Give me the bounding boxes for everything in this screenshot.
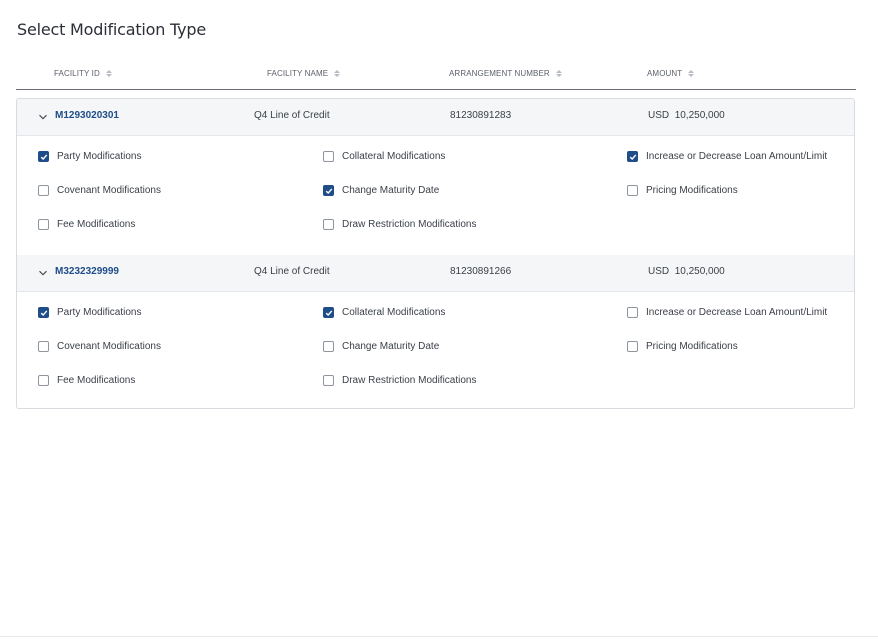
modification-option-label: Draw Restriction Modifications	[342, 375, 477, 386]
checkbox-checked[interactable]	[323, 307, 334, 318]
modification-option-label: Party Modifications	[57, 307, 142, 318]
modification-option-label: Draw Restriction Modifications	[342, 219, 477, 230]
arrangement-number: 81230891283	[450, 110, 512, 121]
checkbox-checked[interactable]	[627, 151, 638, 162]
checkbox-checked[interactable]	[323, 185, 334, 196]
checkbox-unchecked[interactable]	[38, 375, 49, 386]
modification-option-label: Party Modifications	[57, 151, 142, 162]
checkbox-unchecked[interactable]	[627, 307, 638, 318]
modification-option-label: Change Maturity Date	[342, 185, 440, 196]
modification-option[interactable]: Pricing Modifications	[627, 185, 738, 196]
modification-option-label: Increase or Decrease Loan Amount/Limit	[646, 151, 828, 162]
checkmark-icon	[325, 187, 332, 194]
table-header: FACILITY ID FACILITY NAME ARRANGEMENT NU…	[16, 62, 856, 90]
modification-option[interactable]: Covenant Modifications	[38, 341, 161, 352]
facility-group: M1293020301 Q4 Line of Credit 81230891283 U…	[17, 99, 854, 256]
modification-option[interactable]: Fee Modifications	[38, 375, 135, 386]
checkbox-unchecked[interactable]	[38, 219, 49, 230]
amount-value: 10,250,000	[674, 110, 725, 121]
modification-option[interactable]: Covenant Modifications	[38, 185, 161, 196]
modification-option[interactable]: Change Maturity Date	[323, 341, 439, 352]
modification-option[interactable]: Draw Restriction Modifications	[323, 375, 477, 386]
modification-option[interactable]: Party Modifications	[38, 151, 141, 162]
amount-currency: USD	[648, 266, 670, 277]
modification-option-label: Fee Modifications	[57, 219, 136, 230]
checkbox-unchecked[interactable]	[323, 151, 334, 162]
modification-option-label: Pricing Modifications	[646, 341, 738, 352]
facility-name: Q4 Line of Credit	[254, 110, 330, 121]
modification-option[interactable]: Collateral Modifications	[323, 307, 445, 318]
modification-option-label: Increase or Decrease Loan Amount/Limit	[646, 307, 828, 318]
modification-option[interactable]: Increase or Decrease Loan Amount/Limit	[627, 151, 827, 162]
modification-option-label: Covenant Modifications	[57, 341, 161, 352]
checkmark-icon	[629, 153, 636, 160]
amount-value: 10,250,000	[674, 266, 725, 277]
sort-icon[interactable]	[555, 70, 562, 78]
arrangement-number: 81230891266	[450, 266, 512, 277]
modification-option-label: Collateral Modifications	[342, 307, 446, 318]
facility-row[interactable]: M1293020301 Q4 Line of Credit 81230891283 U…	[17, 99, 854, 136]
modification-option-label: Collateral Modifications	[342, 151, 446, 162]
checkbox-unchecked[interactable]	[323, 375, 334, 386]
sort-icon[interactable]	[105, 70, 112, 78]
modification-option[interactable]: Increase or Decrease Loan Amount/Limit	[627, 307, 827, 318]
facility-row[interactable]: M3232329999 Q4 Line of Credit 81230891266 U…	[17, 255, 854, 292]
page-title: Select Modification Type	[17, 20, 207, 39]
modification-option[interactable]: Draw Restriction Modifications	[323, 219, 477, 230]
modification-option-label: Change Maturity Date	[342, 341, 440, 352]
column-header-arrangement-number[interactable]: ARRANGEMENT NUMBER	[449, 69, 562, 78]
facility-group: M3232329999 Q4 Line of Credit 81230891266 U…	[17, 255, 854, 408]
modification-option[interactable]: Fee Modifications	[38, 219, 135, 230]
amount-currency: USD	[648, 110, 670, 121]
modification-option[interactable]: Collateral Modifications	[323, 151, 445, 162]
column-header-amount[interactable]: AMOUNT	[647, 69, 695, 78]
checkmark-icon	[40, 153, 47, 160]
column-header-label: ARRANGEMENT NUMBER	[449, 69, 550, 78]
column-header-label: AMOUNT	[647, 69, 683, 78]
modification-option[interactable]: Change Maturity Date	[323, 185, 439, 196]
column-header-label: FACILITY ID	[54, 69, 100, 78]
modification-option[interactable]: Pricing Modifications	[627, 341, 738, 352]
checkbox-unchecked[interactable]	[38, 185, 49, 196]
checkbox-checked[interactable]	[38, 151, 49, 162]
sort-icon[interactable]	[334, 70, 341, 78]
column-header-facility-name[interactable]: FACILITY NAME	[267, 69, 341, 78]
facility-id-link[interactable]: M3232329999	[55, 266, 119, 277]
modification-option-label: Pricing Modifications	[646, 185, 738, 196]
sort-icon[interactable]	[688, 70, 695, 78]
chevron-down-icon[interactable]	[38, 112, 48, 122]
checkbox-unchecked[interactable]	[323, 219, 334, 230]
amount: USD 10,250,000	[648, 110, 725, 121]
facility-name: Q4 Line of Credit	[254, 266, 330, 277]
checkbox-unchecked[interactable]	[627, 341, 638, 352]
checkmark-icon	[40, 309, 47, 316]
facility-card: M1293020301 Q4 Line of Credit 81230891283 U…	[16, 98, 855, 409]
column-header-facility-id[interactable]: FACILITY ID	[54, 69, 112, 78]
column-header-label: FACILITY NAME	[267, 69, 329, 78]
checkbox-unchecked[interactable]	[38, 341, 49, 352]
modification-option-label: Covenant Modifications	[57, 185, 161, 196]
checkbox-unchecked[interactable]	[627, 185, 638, 196]
checkbox-checked[interactable]	[38, 307, 49, 318]
footer-divider	[0, 636, 878, 637]
modification-option[interactable]: Party Modifications	[38, 307, 141, 318]
checkbox-unchecked[interactable]	[323, 341, 334, 352]
chevron-down-icon[interactable]	[38, 268, 48, 278]
checkmark-icon	[325, 309, 332, 316]
amount: USD 10,250,000	[648, 266, 725, 277]
facility-id-link[interactable]: M1293020301	[55, 110, 119, 121]
modification-option-label: Fee Modifications	[57, 375, 136, 386]
